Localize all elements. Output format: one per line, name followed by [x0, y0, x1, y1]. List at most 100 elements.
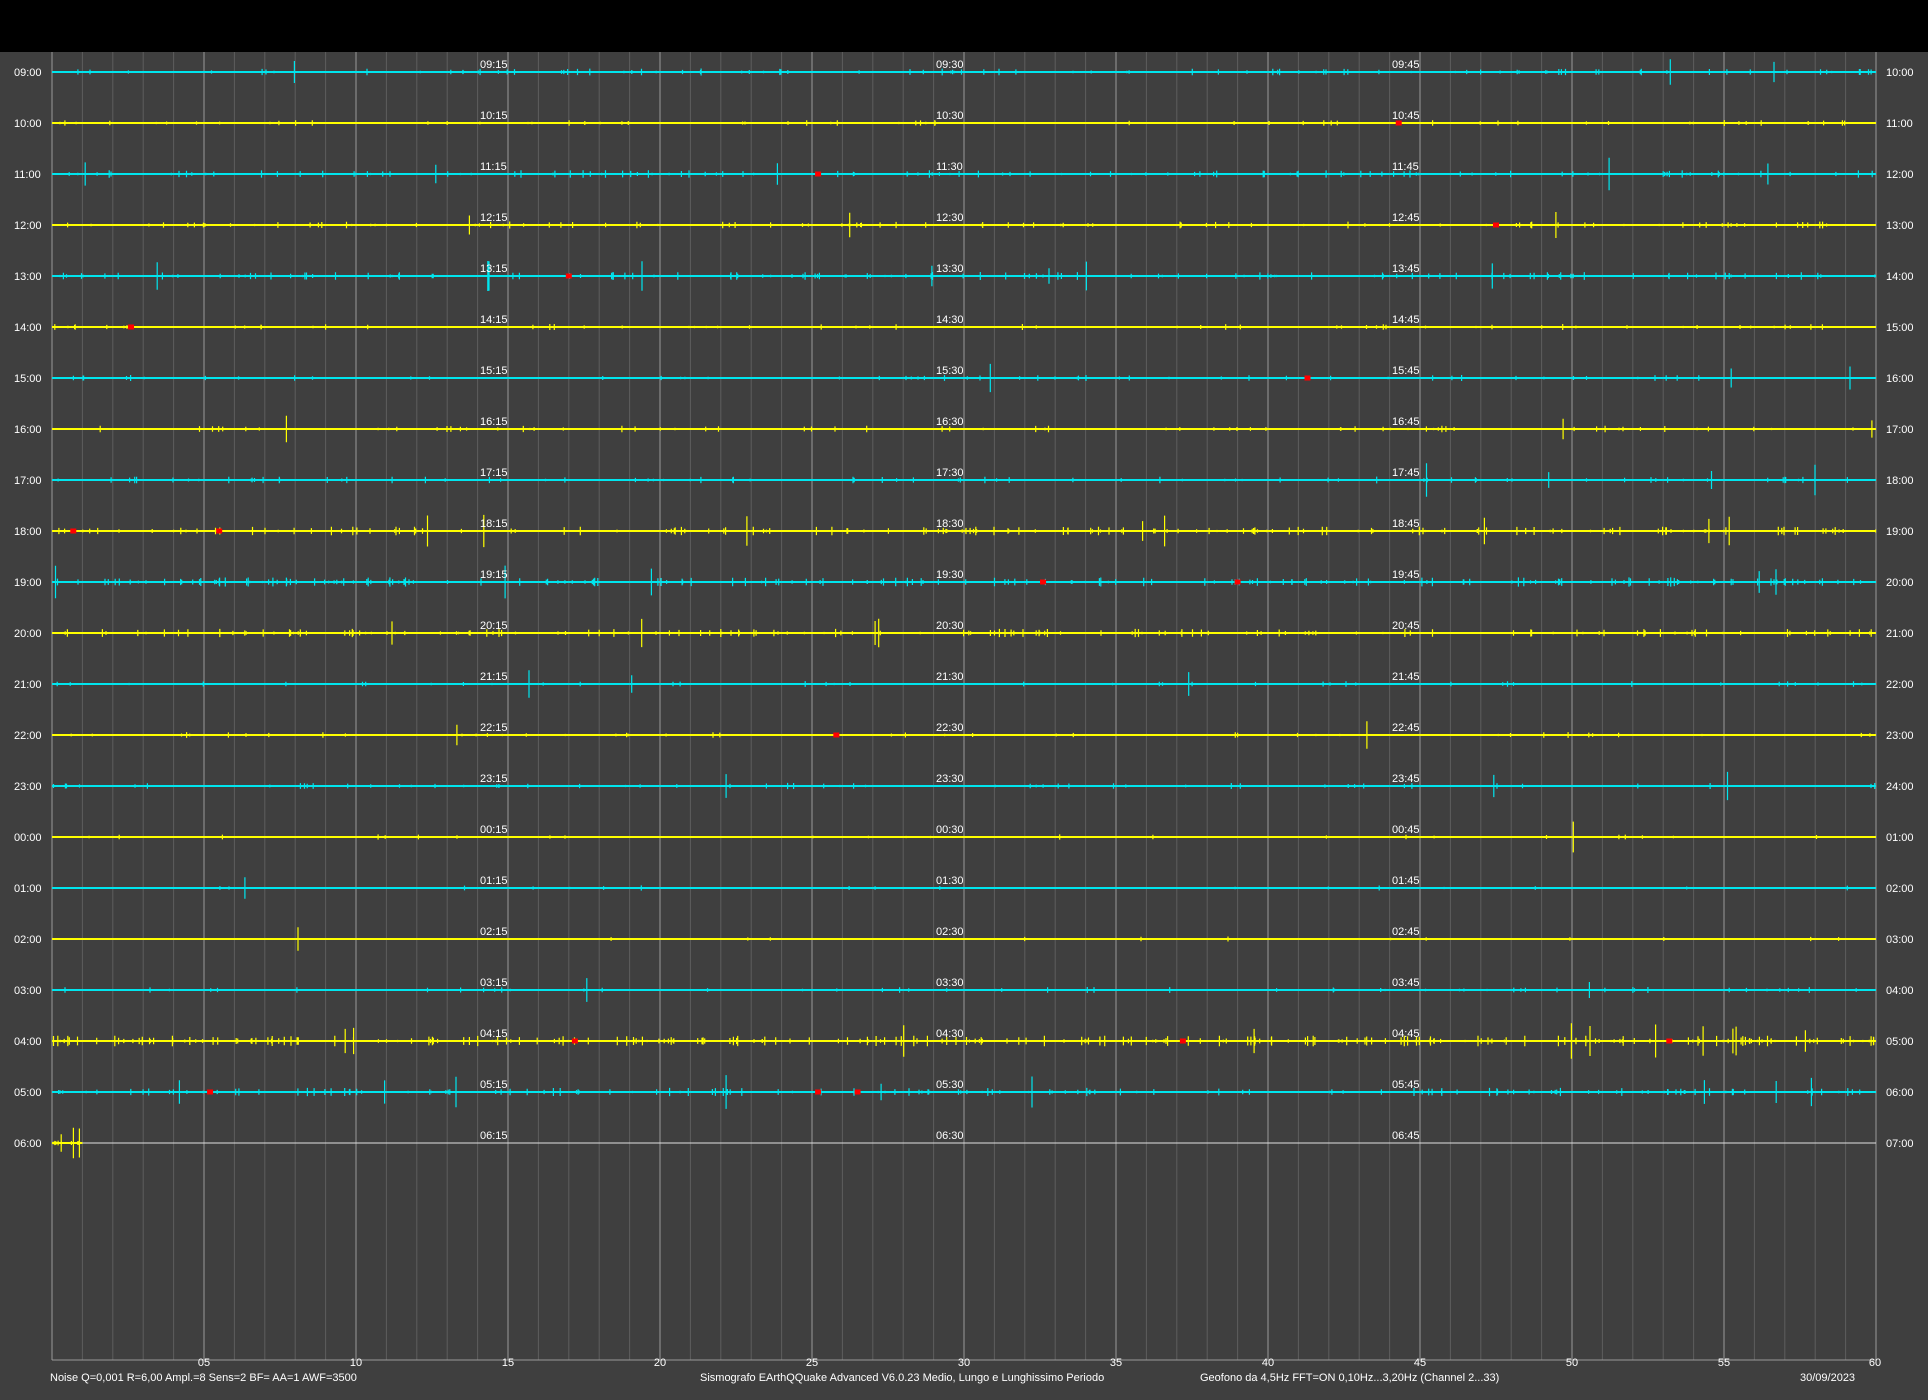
row-end-label: 06:00: [1886, 1087, 1914, 1099]
event-marker: [70, 528, 77, 534]
quarter-label: 06:30: [936, 1130, 964, 1142]
quarter-label: 15:15: [480, 365, 508, 377]
row-end-label: 17:00: [1886, 424, 1914, 436]
quarter-label: 12:15: [480, 212, 508, 224]
quarter-label: 01:45: [1392, 875, 1420, 887]
footer-date: 30/09/2023: [1800, 1372, 1855, 1384]
grid-lines: [51, 52, 1877, 1361]
quarter-label: 23:45: [1392, 773, 1420, 785]
x-tick-label: 35: [1110, 1357, 1122, 1369]
quarter-label: 17:15: [480, 467, 508, 479]
row-start-label: 05:00: [14, 1087, 42, 1099]
row-start-label: 16:00: [14, 424, 42, 436]
quarter-label: 19:45: [1392, 569, 1420, 581]
quarter-label: 04:15: [480, 1028, 508, 1040]
event-marker: [1493, 222, 1499, 228]
quarter-label: 04:30: [936, 1028, 964, 1040]
quarter-label: 09:15: [480, 59, 508, 71]
footer-settings: Noise Q=0,001 R=6,00 Ampl.=8 Sens=2 BF= …: [50, 1372, 357, 1384]
quarter-label: 10:30: [936, 110, 964, 122]
event-marker: [815, 171, 822, 177]
row-start-label: 18:00: [14, 526, 42, 538]
quarter-label: 10:15: [480, 110, 508, 122]
event-marker: [1040, 579, 1047, 585]
quarter-label: 13:30: [936, 263, 964, 275]
row-start-label: 21:00: [14, 679, 42, 691]
row-start-label: 17:00: [14, 475, 42, 487]
x-tick-label: 25: [806, 1357, 818, 1369]
row-start-label: 06:00: [14, 1138, 42, 1150]
quarter-label: 10:45: [1392, 110, 1420, 122]
row-end-label: 19:00: [1886, 526, 1914, 538]
row-end-label: 18:00: [1886, 475, 1914, 487]
quarter-label: 03:15: [480, 977, 508, 989]
row-start-label: 15:00: [14, 373, 42, 385]
event-marker: [216, 528, 223, 534]
quarter-label: 09:30: [936, 59, 964, 71]
event-marker: [565, 273, 572, 279]
event-marker: [854, 1089, 861, 1095]
row-start-label: 04:00: [14, 1036, 42, 1048]
event-marker: [207, 1089, 214, 1095]
row-end-label: 07:00: [1886, 1138, 1914, 1150]
quarter-label: 12:30: [936, 212, 964, 224]
quarter-label: 14:45: [1392, 314, 1420, 326]
quarter-label: 11:45: [1392, 161, 1419, 173]
quarter-label: 22:30: [936, 722, 964, 734]
row-start-label: 03:00: [14, 985, 42, 997]
row-end-label: 21:00: [1886, 628, 1914, 640]
quarter-label: 00:15: [480, 824, 508, 836]
x-tick-label: 55: [1718, 1357, 1730, 1369]
row-start-label: 13:00: [14, 271, 42, 283]
quarter-label: 19:15: [480, 569, 508, 581]
quarter-label: 15:30: [936, 365, 964, 377]
row-end-label: 01:00: [1886, 832, 1914, 844]
footer-sensor-info: Geofono da 4,5Hz FFT=ON 0,10Hz...3,20Hz …: [1200, 1372, 1499, 1384]
quarter-label: 19:30: [936, 569, 964, 581]
quarter-label: 22:15: [480, 722, 508, 734]
quarter-label: 04:45: [1392, 1028, 1420, 1040]
row-start-label: 01:00: [14, 883, 42, 895]
quarter-label: 18:15: [480, 518, 508, 530]
quarter-label: 16:15: [480, 416, 508, 428]
x-tick-label: 60: [1869, 1357, 1881, 1369]
quarter-label: 01:15: [480, 875, 508, 887]
quarter-label: 14:15: [480, 314, 508, 326]
row-start-label: 23:00: [14, 781, 42, 793]
x-tick-label: 05: [198, 1357, 210, 1369]
row-end-label: 23:00: [1886, 730, 1914, 742]
row-end-label: 05:00: [1886, 1036, 1914, 1048]
quarter-label: 15:45: [1392, 365, 1420, 377]
quarter-label: 12:45: [1392, 212, 1420, 224]
quarter-label: 09:45: [1392, 59, 1420, 71]
quarter-label: 18:30: [936, 518, 964, 530]
event-marker: [1234, 579, 1241, 585]
event-marker: [571, 1038, 578, 1044]
quarter-label: 05:45: [1392, 1079, 1420, 1091]
row-end-label: 22:00: [1886, 679, 1914, 691]
event-marker: [1179, 1038, 1186, 1044]
quarter-label: 20:30: [936, 620, 964, 632]
quarter-label: 14:30: [936, 314, 964, 326]
row-end-label: 20:00: [1886, 577, 1914, 589]
x-tick-label: 40: [1262, 1357, 1274, 1369]
row-end-label: 04:00: [1886, 985, 1914, 997]
event-marker: [1666, 1038, 1673, 1044]
row-start-label: 20:00: [14, 628, 42, 640]
x-tick-label: 10: [350, 1357, 362, 1369]
quarter-label: 23:30: [936, 773, 964, 785]
row-end-label: 13:00: [1886, 220, 1914, 232]
row-end-label: 12:00: [1886, 169, 1914, 181]
row-end-label: 03:00: [1886, 934, 1914, 946]
x-tick-label: 30: [958, 1357, 970, 1369]
x-tick-label: 20: [654, 1357, 666, 1369]
x-axis-ticks: 05 10 15 20 25 30 35 40 45 50 55 60: [198, 1357, 1881, 1369]
row-start-label: 22:00: [14, 730, 42, 742]
quarter-label: 05:15: [480, 1079, 508, 1091]
event-marker: [833, 732, 840, 738]
quarter-label: 02:30: [936, 926, 964, 938]
row-start-label: 12:00: [14, 220, 42, 232]
row-end-label: 15:00: [1886, 322, 1914, 334]
quarter-label: 23:15: [480, 773, 508, 785]
row-end-label: 10:00: [1886, 67, 1914, 79]
